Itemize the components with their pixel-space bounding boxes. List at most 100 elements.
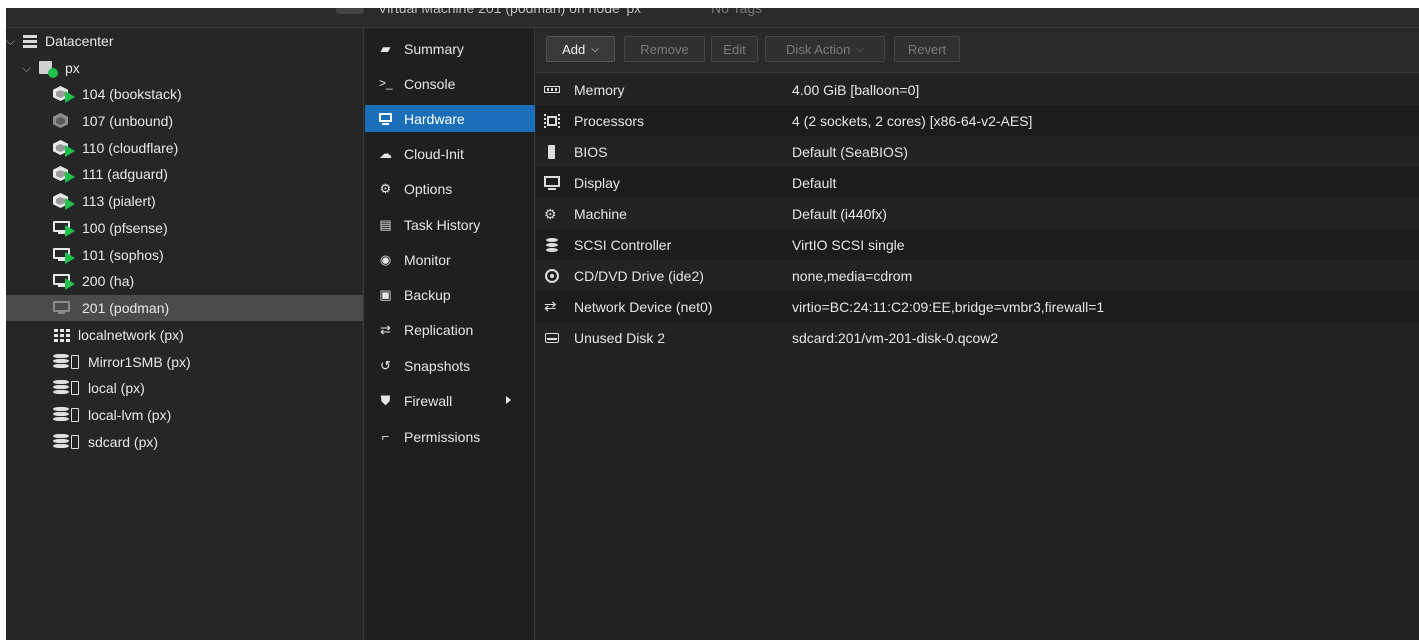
nav-backup[interactable]: ▣ Backup: [365, 281, 535, 308]
nav-label: Task History: [404, 216, 481, 233]
tree-item-label: 101 (sophos): [82, 247, 164, 263]
nav-monitor[interactable]: ◉ Monitor: [365, 246, 535, 273]
tree-item-107[interactable]: 107 (unbound): [53, 108, 173, 134]
hardware-value: sdcard:201/vm-201-disk-0.qcow2: [792, 329, 999, 346]
nav-replication[interactable]: ⇄ Replication: [365, 316, 535, 343]
hardware-row-machine[interactable]: ⚙ Machine Default (i440fx): [536, 198, 1419, 229]
edit-button[interactable]: Edit: [711, 36, 758, 62]
storage-icon: [53, 380, 81, 396]
tree-item-104[interactable]: 104 (bookstack): [53, 81, 182, 107]
cdrom-icon: [544, 268, 560, 284]
hardware-row-scsi[interactable]: SCSI Controller VirtIO SCSI single: [536, 229, 1419, 260]
vm-running-icon: [53, 247, 75, 264]
vm-breadcrumb: Virtual Machine 201 (podman) on node 'px…: [378, 8, 644, 16]
nav-permissions[interactable]: ⌐ Permissions: [365, 423, 535, 450]
disk-action-label: Disk Action: [786, 41, 851, 57]
tree-item-label: 110 (cloudflare): [82, 140, 179, 156]
hardware-value: 4.00 GiB [balloon=0]: [792, 81, 920, 98]
tree-item-200[interactable]: 200 (ha): [53, 268, 134, 294]
edit-button-label: Edit: [723, 41, 746, 57]
book-icon: ▰: [380, 41, 391, 56]
hardware-row-memory[interactable]: Memory 4.00 GiB [balloon=0]: [536, 74, 1419, 105]
expand-arrow-icon[interactable]: [506, 396, 511, 404]
tree-item-111[interactable]: 111 (adguard): [53, 161, 168, 187]
tree-item-101[interactable]: 101 (sophos): [53, 242, 164, 268]
node-online-icon: [38, 60, 58, 78]
nav-options[interactable]: ⚙ Options: [365, 175, 535, 202]
vm-tags[interactable]: No Tags: [711, 8, 762, 16]
tree-item-label: local (px): [88, 380, 145, 396]
hardware-key: Memory: [574, 81, 625, 98]
tree-node-datacenter[interactable]: ⌵ Datacenter: [6, 28, 113, 54]
vm-stopped-icon: [53, 300, 75, 316]
nav-hardware[interactable]: Hardware: [365, 105, 535, 132]
tree-item-113[interactable]: 113 (pialert): [53, 188, 156, 214]
desktop-icon: [544, 175, 560, 191]
container-running-icon: [53, 86, 75, 103]
nav-label: Replication: [404, 321, 474, 338]
cloud-icon: ☁: [379, 146, 392, 161]
tree-node-px[interactable]: ⌵ px: [22, 55, 80, 81]
tree-item-mirror1smb[interactable]: Mirror1SMB (px): [53, 349, 191, 375]
nav-snapshots[interactable]: ↺ Snapshots: [365, 352, 535, 379]
tree-item-localnetwork[interactable]: localnetwork (px): [53, 322, 184, 348]
tree-item-local-lvm[interactable]: local-lvm (px): [53, 402, 171, 428]
retweet-icon: ⇄: [380, 322, 391, 337]
hardware-value: 4 (2 sockets, 2 cores) [x86-64-v2-AES]: [792, 112, 1033, 129]
revert-button[interactable]: Revert: [894, 36, 960, 62]
resource-tree: ⌵ Datacenter ⌵ px 104 (bookstack) 107 (u…: [6, 28, 364, 640]
vm-running-icon: [53, 220, 75, 237]
tree-item-label: local-lvm (px): [88, 407, 172, 423]
add-button[interactable]: Add ⌵: [546, 36, 615, 62]
tree-item-201-selected[interactable]: 201 (podman): [6, 295, 363, 321]
proxmox-window: Virtual Machine 201 (podman) on node 'px…: [6, 8, 1419, 640]
disk-action-button[interactable]: Disk Action ⌵: [765, 36, 885, 62]
add-button-label: Add: [562, 41, 586, 57]
remove-button[interactable]: Remove: [624, 36, 705, 62]
tree-item-label: 100 (pfsense): [82, 220, 168, 236]
revert-button-label: Revert: [907, 41, 947, 57]
hardware-key: CD/DVD Drive (ide2): [574, 267, 704, 284]
tree-item-local[interactable]: local (px): [53, 375, 145, 401]
tree-item-label: 113 (pialert): [82, 193, 156, 209]
tree-item-label: 111 (adguard): [82, 166, 168, 182]
tree-item-label: 200 (ha): [82, 273, 135, 289]
sdn-icon: [53, 328, 71, 342]
tree-item-sdcard[interactable]: sdcard (px): [53, 429, 158, 455]
history-icon: ↺: [380, 358, 391, 373]
hardware-row-bios[interactable]: BIOS Default (SeaBIOS): [536, 136, 1419, 167]
hardware-row-network[interactable]: ⇄ Network Device (net0) virtio=BC:24:11:…: [536, 291, 1419, 322]
chevron-down-icon: ⌵: [591, 43, 599, 55]
hardware-row-processors[interactable]: Processors 4 (2 sockets, 2 cores) [x86-6…: [536, 105, 1419, 136]
nav-firewall[interactable]: ⛊ Firewall: [365, 387, 535, 414]
nav-summary[interactable]: ▰ Summary: [365, 35, 535, 62]
tree-collapse-handle[interactable]: [336, 8, 364, 14]
nav-label: Cloud-Init: [404, 145, 464, 162]
hardware-row-unused-disk[interactable]: Unused Disk 2 sdcard:201/vm-201-disk-0.q…: [536, 322, 1419, 353]
eye-icon: ◉: [379, 252, 392, 267]
nav-cloud-init[interactable]: ☁ Cloud-Init: [365, 140, 535, 167]
hardware-key: BIOS: [574, 143, 608, 160]
tree-item-label: sdcard (px): [88, 434, 159, 450]
tree-item-110[interactable]: 110 (cloudflare): [53, 135, 178, 161]
shield-icon: ⛊: [380, 393, 391, 408]
nav-task-history[interactable]: ▤ Task History: [365, 211, 535, 238]
tree-item-100[interactable]: 100 (pfsense): [53, 215, 168, 241]
hardware-value: Default (i440fx): [792, 205, 887, 222]
hardware-key: SCSI Controller: [574, 236, 672, 253]
hdd-icon: [544, 330, 560, 346]
storage-icon: [53, 354, 81, 370]
unlock-icon: ⌐: [381, 429, 390, 444]
hardware-row-display[interactable]: Display Default: [536, 167, 1419, 198]
tree-item-label: localnetwork (px): [78, 327, 184, 343]
hardware-key: Network Device (net0): [574, 298, 713, 315]
hardware-row-cdrom[interactable]: CD/DVD Drive (ide2) none,media=cdrom: [536, 260, 1419, 291]
hardware-value: none,media=cdrom: [792, 267, 913, 284]
nav-console[interactable]: >_ Console: [365, 70, 535, 97]
chevron-down-icon[interactable]: ⌵: [22, 61, 36, 76]
chevron-down-icon[interactable]: ⌵: [6, 34, 20, 49]
nav-label: Snapshots: [404, 357, 471, 374]
cpu-icon: [544, 113, 560, 129]
remove-button-label: Remove: [640, 41, 689, 57]
memory-icon: [544, 82, 560, 98]
